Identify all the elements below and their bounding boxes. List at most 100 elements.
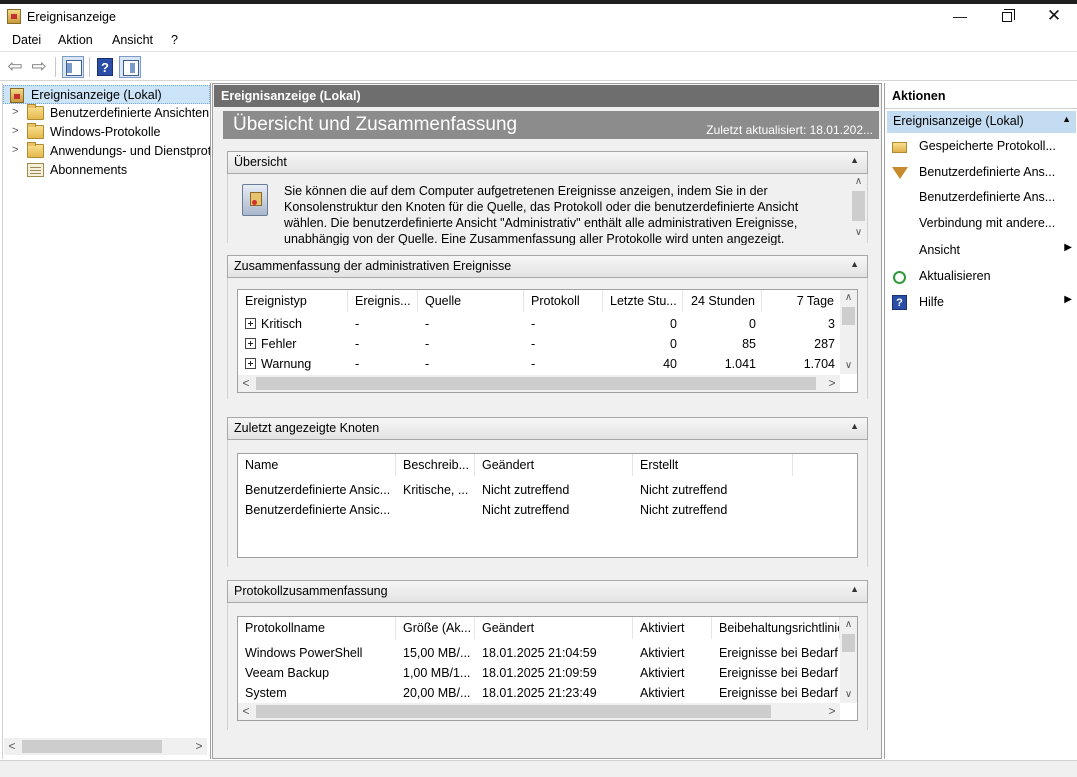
table-cell: Benutzerdefinierte Ansic... xyxy=(245,483,391,497)
overview-scrollbar[interactable]: ∧ ∨ xyxy=(850,174,867,241)
menu-file[interactable]: Datei xyxy=(12,33,41,47)
scroll-right-icon[interactable]: > xyxy=(824,375,840,392)
tree-item-label: Anwendungs- und Dienstprotokolle xyxy=(50,144,210,158)
table-cell: Benutzerdefinierte Ansic... xyxy=(245,503,391,517)
expand-chevron-icon[interactable]: > xyxy=(12,144,18,156)
scroll-down-icon[interactable]: ∨ xyxy=(840,687,857,703)
tree-item-custom-views[interactable]: > Benutzerdefinierte Ansichten xyxy=(3,104,210,123)
maximize-button[interactable] xyxy=(984,4,1030,30)
scrollbar-thumb[interactable] xyxy=(256,705,771,718)
show-hide-console-tree-icon[interactable] xyxy=(62,56,84,78)
scrollbar-thumb[interactable] xyxy=(256,377,816,390)
action-connect-computer[interactable]: Verbindung mit andere... xyxy=(885,213,1077,235)
action-label: Ansicht xyxy=(919,243,960,257)
table-row[interactable]: Kritisch - - - 0 0 3 xyxy=(238,314,857,334)
scroll-left-icon[interactable]: < xyxy=(238,375,254,392)
collapse-icon[interactable]: ▲ xyxy=(850,155,859,165)
column-header[interactable]: Geändert xyxy=(475,617,633,639)
table-row[interactable]: Benutzerdefinierte Ansic... Kritische, .… xyxy=(238,480,857,500)
section-header[interactable]: Übersicht ▲ xyxy=(227,151,868,174)
action-view[interactable]: Ansicht ▶ xyxy=(885,240,1077,262)
scroll-down-icon[interactable]: ∨ xyxy=(840,358,857,374)
column-header[interactable]: Beibehaltungsrichtlinie xyxy=(712,617,840,639)
scrollbar-thumb[interactable] xyxy=(842,307,855,325)
column-header[interactable]: Aktiviert xyxy=(633,617,712,639)
menu-help[interactable]: ? xyxy=(171,33,178,47)
table-row[interactable]: Windows PowerShell 15,00 MB/... 18.01.20… xyxy=(238,643,857,663)
menu-action[interactable]: Aktion xyxy=(58,33,93,47)
column-header[interactable]: Beschreib... xyxy=(396,454,475,476)
action-import-custom-view[interactable]: Benutzerdefinierte Ans... xyxy=(885,187,1077,209)
expand-chevron-icon[interactable]: > xyxy=(12,125,18,137)
collapse-icon[interactable]: ▲ xyxy=(1062,114,1071,124)
forward-arrow-icon[interactable]: ⇨ xyxy=(30,56,48,78)
column-header[interactable]: Protokollname xyxy=(238,617,396,639)
column-header[interactable]: Größe (Ak... xyxy=(396,617,475,639)
menu-view[interactable]: Ansicht xyxy=(112,33,153,47)
section-header[interactable]: Protokollzusammenfassung ▲ xyxy=(227,580,868,603)
scrollbar-thumb[interactable] xyxy=(842,634,855,652)
cell-text: Fehler xyxy=(261,337,297,351)
scroll-right-icon[interactable]: > xyxy=(824,703,840,720)
minimize-button[interactable]: — xyxy=(937,4,983,30)
column-header[interactable]: Quelle xyxy=(418,290,524,312)
show-hide-action-pane-icon[interactable] xyxy=(119,56,141,78)
table-row[interactable]: Veeam Backup 1,00 MB/1... 18.01.2025 21:… xyxy=(238,663,857,683)
table-cell: 3 xyxy=(828,317,835,331)
column-header[interactable]: 24 Stunden xyxy=(683,290,762,312)
table-row[interactable]: Fehler - - - 0 85 287 xyxy=(238,334,857,354)
close-button[interactable]: ✕ xyxy=(1031,4,1077,30)
log-summary-section: Protokollzusammenfassung ▲ Protokollname… xyxy=(227,580,868,730)
tree-root-event-viewer[interactable]: Ereignisanzeige (Lokal) xyxy=(3,85,210,104)
scrollbar-thumb[interactable] xyxy=(22,740,162,753)
collapse-icon[interactable]: ▲ xyxy=(850,421,859,431)
scroll-up-icon[interactable]: ∧ xyxy=(840,290,857,306)
table-cell: 1.704 xyxy=(803,357,835,371)
table-cell: 18.01.2025 21:23:49 xyxy=(482,686,597,700)
scroll-down-icon[interactable]: ∨ xyxy=(850,225,867,241)
column-header[interactable]: Protokoll xyxy=(524,290,603,312)
column-header[interactable]: Ereignis... xyxy=(348,290,418,312)
action-create-custom-view[interactable]: Benutzerdefinierte Ans... xyxy=(885,162,1077,184)
expand-plus-icon[interactable] xyxy=(245,358,256,369)
table-row[interactable]: Benutzerdefinierte Ansic... Nicht zutref… xyxy=(238,500,857,520)
table-horizontal-scrollbar[interactable]: < > xyxy=(238,375,840,392)
back-arrow-icon[interactable]: ⇦ xyxy=(6,56,24,78)
column-header[interactable]: Erstellt xyxy=(633,454,793,476)
table-row[interactable]: System 20,00 MB/... 18.01.2025 21:23:49 … xyxy=(238,683,857,703)
expand-chevron-icon[interactable]: > xyxy=(12,106,18,118)
collapse-icon[interactable]: ▲ xyxy=(850,584,859,594)
column-header[interactable]: Letzte Stu... xyxy=(603,290,683,312)
collapse-icon[interactable]: ▲ xyxy=(850,259,859,269)
column-header[interactable]: Name xyxy=(238,454,396,476)
action-open-saved-log[interactable]: Gespeicherte Protokoll... xyxy=(885,136,1077,158)
filter-icon xyxy=(892,167,908,179)
expand-plus-icon[interactable] xyxy=(245,318,256,329)
tree-item-windows-logs[interactable]: > Windows-Protokolle xyxy=(3,123,210,142)
column-header[interactable]: Geändert xyxy=(475,454,633,476)
scroll-right-icon[interactable]: > xyxy=(191,738,207,755)
scroll-left-icon[interactable]: < xyxy=(4,738,20,755)
action-refresh[interactable]: Aktualisieren xyxy=(885,266,1077,288)
tree-item-application-logs[interactable]: > Anwendungs- und Dienstprotokolle xyxy=(3,142,210,161)
recent-nodes-body: Name Beschreib... Geändert Erstellt Benu… xyxy=(227,440,868,567)
column-header[interactable]: 7 Tage xyxy=(762,290,841,312)
actions-section-header[interactable]: Ereignisanzeige (Lokal) ▲ xyxy=(887,111,1076,133)
table-row[interactable]: Warnung - - - 40 1.041 1.704 xyxy=(238,354,857,374)
scroll-left-icon[interactable]: < xyxy=(238,703,254,720)
scroll-up-icon[interactable]: ∧ xyxy=(840,617,857,633)
scrollbar-thumb[interactable] xyxy=(852,191,865,221)
tree-horizontal-scrollbar[interactable]: < > xyxy=(4,738,207,755)
section-header[interactable]: Zuletzt angezeigte Knoten ▲ xyxy=(227,417,868,440)
table-cell: - xyxy=(425,357,430,371)
tree-item-subscriptions[interactable]: Abonnements xyxy=(3,161,210,180)
table-vertical-scrollbar[interactable]: ∧ ∨ xyxy=(840,617,857,703)
column-header[interactable]: Ereignistyp xyxy=(238,290,348,312)
help-icon[interactable]: ? xyxy=(97,58,113,76)
section-header[interactable]: Zusammenfassung der administrativen Erei… xyxy=(227,255,868,278)
table-horizontal-scrollbar[interactable]: < > xyxy=(238,703,840,720)
table-vertical-scrollbar[interactable]: ∧ ∨ xyxy=(840,290,857,374)
action-help[interactable]: ? Hilfe ▶ xyxy=(885,292,1077,314)
expand-plus-icon[interactable] xyxy=(245,338,256,349)
scroll-up-icon[interactable]: ∧ xyxy=(850,174,867,190)
